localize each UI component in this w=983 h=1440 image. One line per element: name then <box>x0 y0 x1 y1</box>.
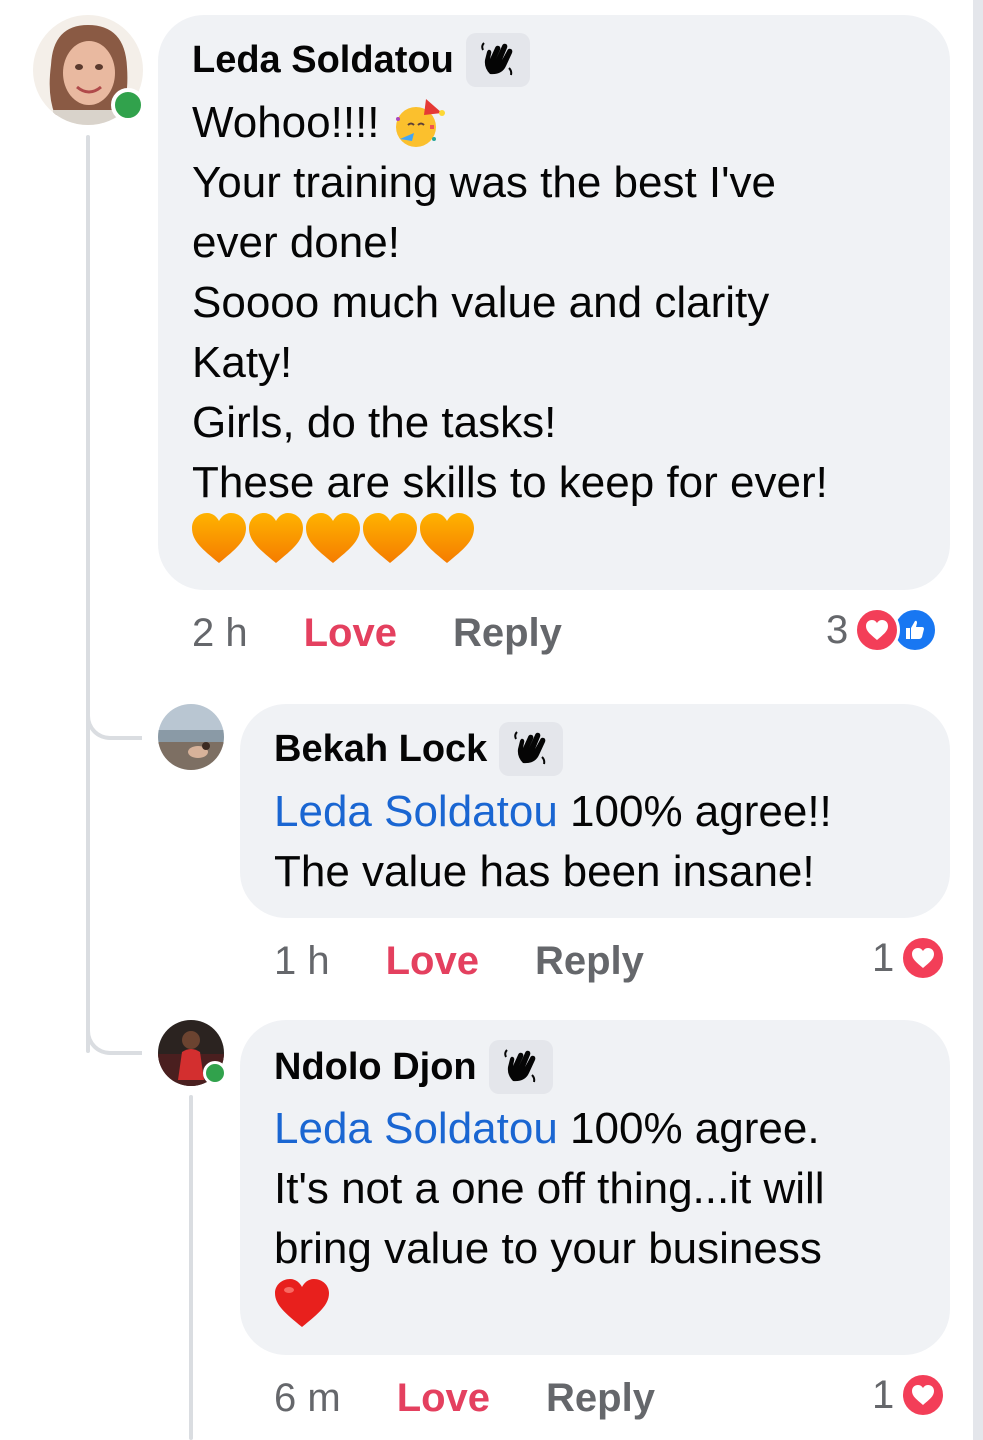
reaction-summary[interactable]: 1 <box>872 1370 947 1420</box>
love-reaction-icon <box>900 1372 947 1418</box>
author-name[interactable]: Bekah Lock <box>274 730 487 768</box>
comment-line: bring value to your business <box>274 1224 822 1273</box>
comment-actions: 1 h Love Reply <box>274 936 644 986</box>
reply-button[interactable]: Reply <box>535 939 644 984</box>
reaction-count: 1 <box>872 1372 895 1417</box>
wave-hand-icon <box>488 1040 553 1094</box>
timestamp[interactable]: 1 h <box>274 939 330 984</box>
mention-link[interactable]: Leda Soldatou <box>274 787 558 836</box>
comment-line: Soooo much value and clarity <box>192 278 770 327</box>
comment-line: Girls, do the tasks! <box>192 398 557 447</box>
comment-line: Katy! <box>192 338 293 387</box>
comment-text-bekah: Leda Soldatou 100% agree!! The value has… <box>274 782 832 902</box>
party-face-emoji <box>390 95 446 151</box>
thread-branch-ndolo <box>86 1015 142 1055</box>
comment-line: These are skills to keep for ever! <box>192 458 828 507</box>
reply-button[interactable]: Reply <box>453 611 562 656</box>
reaction-summary[interactable]: 1 <box>872 933 947 983</box>
orange-heart-emoji <box>420 513 474 563</box>
love-button[interactable]: Love <box>386 939 479 984</box>
thread-branch-bekah <box>86 700 142 740</box>
love-reaction-icon <box>900 935 947 981</box>
comment-line: The value has been insane! <box>274 847 815 896</box>
reaction-count: 1 <box>872 935 895 980</box>
love-button[interactable]: Love <box>304 611 397 656</box>
orange-hearts-row <box>192 513 828 573</box>
comment-line: 100% agree. <box>557 1104 820 1153</box>
love-button[interactable]: Love <box>397 1376 490 1421</box>
red-heart-emoji <box>275 1279 329 1327</box>
reaction-count: 3 <box>826 607 849 652</box>
online-indicator <box>203 1061 227 1085</box>
reply-button[interactable]: Reply <box>546 1376 655 1421</box>
scrollbar[interactable] <box>973 0 983 1440</box>
comment-actions: 2 h Love Reply <box>192 608 562 658</box>
mention-link[interactable]: Leda Soldatou <box>274 1104 558 1153</box>
reaction-summary[interactable]: 3 <box>826 605 939 655</box>
comment-author-row: Bekah Lock <box>274 722 564 776</box>
orange-heart-emoji <box>249 513 303 563</box>
comment-author-row: Leda Soldatou <box>192 33 530 87</box>
orange-heart-emoji <box>192 513 246 563</box>
comment-actions: 6 m Love Reply <box>274 1373 655 1423</box>
comment-text-leda: Wohoo!!!! Your training was the best I'v… <box>192 93 828 573</box>
comment-line: Wohoo!!!! <box>192 98 380 147</box>
timestamp[interactable]: 2 h <box>192 611 248 656</box>
timestamp[interactable]: 6 m <box>274 1376 341 1421</box>
comment-line: Your training was the best I've <box>192 158 777 207</box>
comment-line: 100% agree!! <box>557 787 832 836</box>
thread-line-main <box>86 135 90 1053</box>
author-name[interactable]: Leda Soldatou <box>192 41 454 79</box>
comment-line: ever done! <box>192 218 400 267</box>
love-reaction-icon <box>854 607 901 653</box>
red-heart-row <box>274 1279 825 1339</box>
avatar-bekah[interactable] <box>158 704 224 770</box>
online-indicator <box>111 88 145 122</box>
comment-line: It's not a one off thing...it will <box>274 1164 825 1213</box>
orange-heart-emoji <box>363 513 417 563</box>
wave-hand-icon <box>465 33 530 87</box>
comment-author-row: Ndolo Djon <box>274 1040 553 1094</box>
wave-hand-icon <box>499 722 564 776</box>
author-name[interactable]: Ndolo Djon <box>274 1048 477 1086</box>
comment-text-ndolo: Leda Soldatou 100% agree. It's not a one… <box>274 1099 825 1339</box>
thread-line-ndolo <box>189 1095 193 1440</box>
orange-heart-emoji <box>306 513 360 563</box>
